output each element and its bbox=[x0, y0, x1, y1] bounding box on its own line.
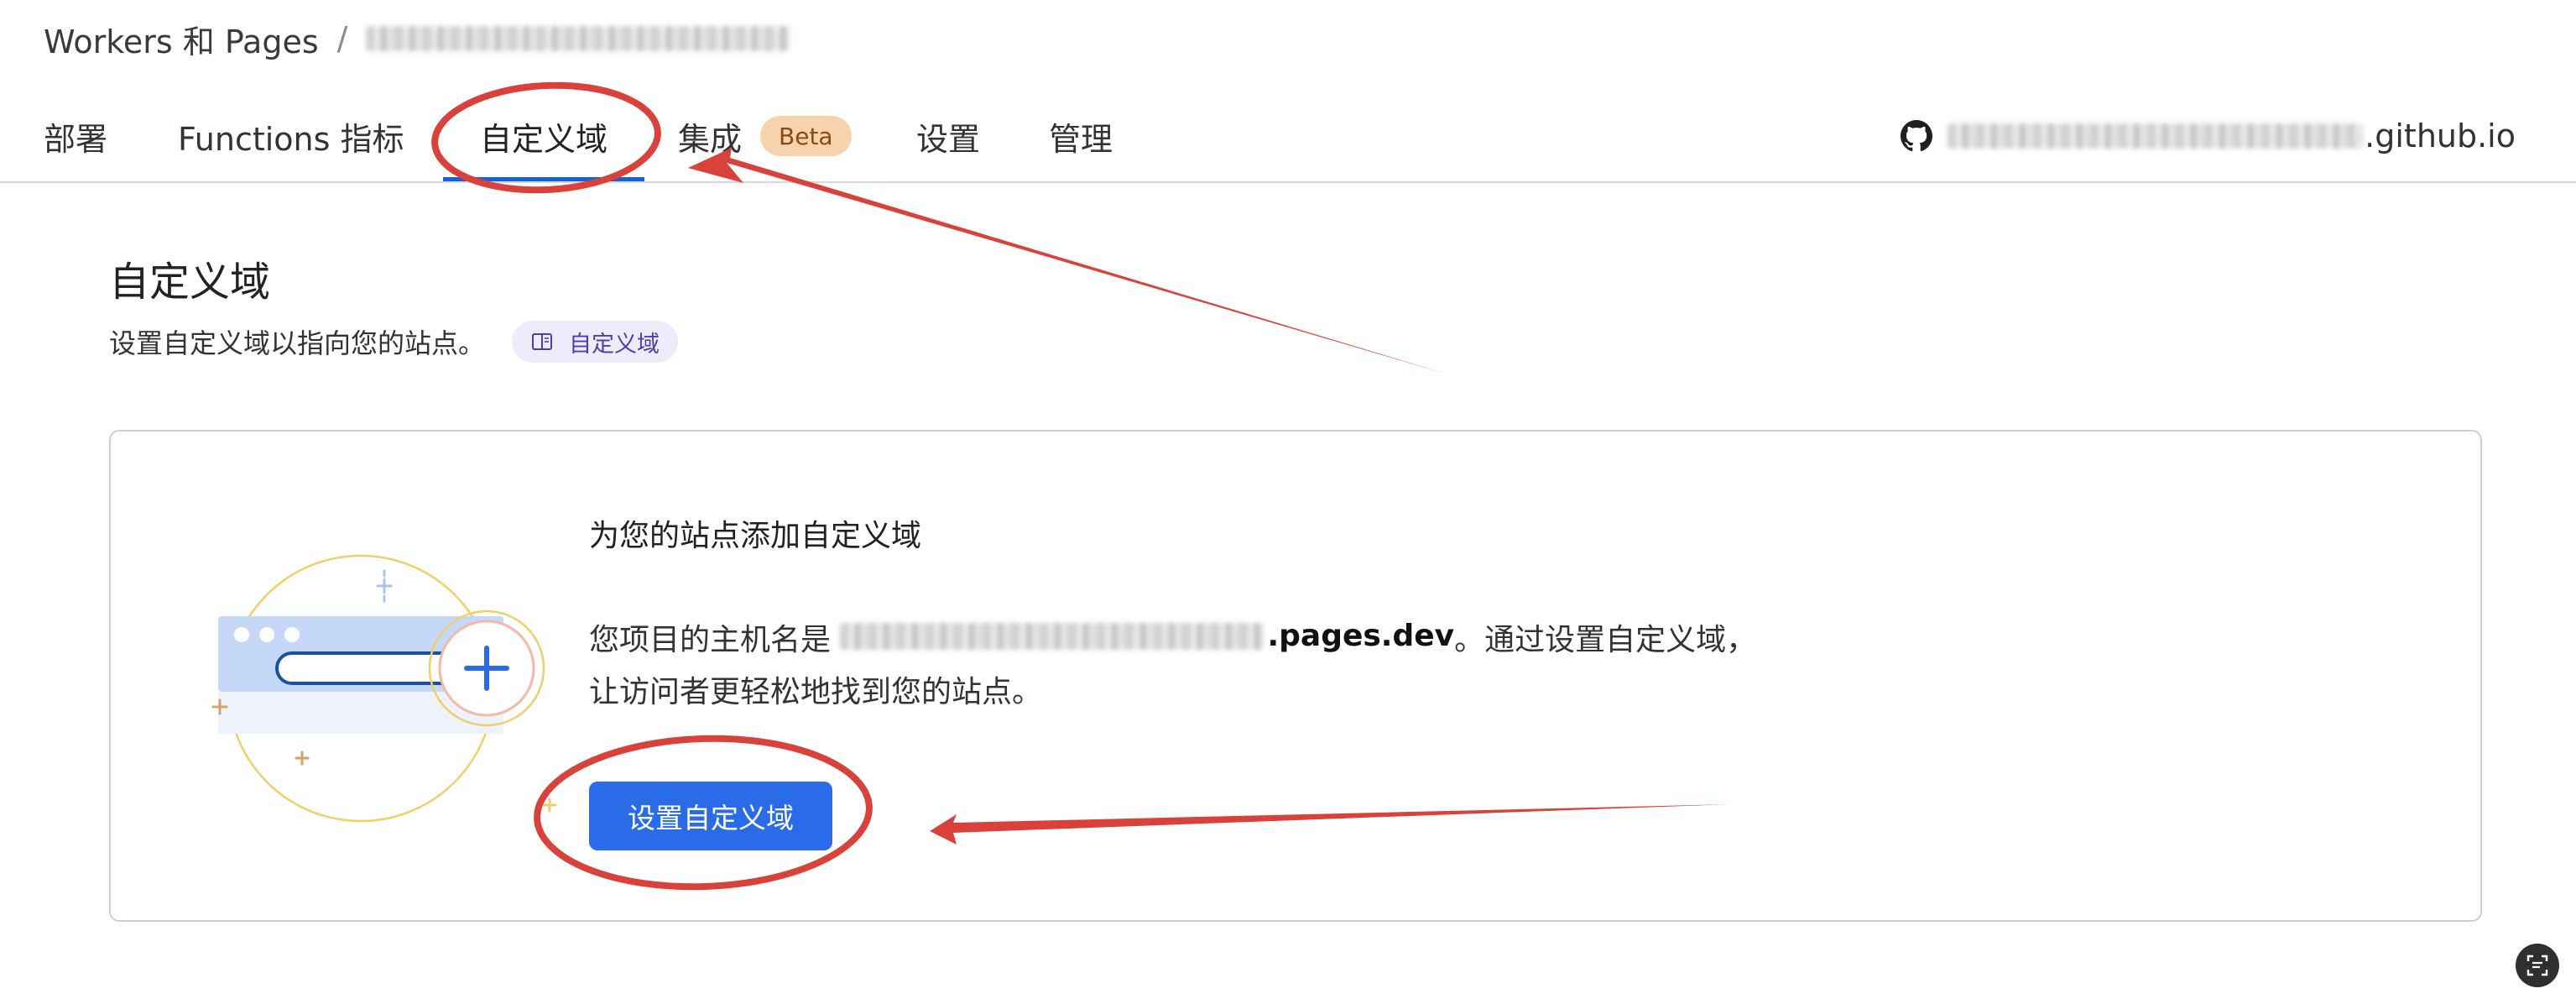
page-title: 自定义域 bbox=[109, 259, 271, 306]
beta-badge: Beta bbox=[760, 116, 852, 156]
github-repo-blurred bbox=[1948, 123, 2364, 149]
setup-custom-domain-button[interactable]: 设置自定义域 bbox=[589, 782, 832, 850]
github-icon bbox=[1901, 120, 1933, 152]
tab-deployments[interactable]: 部署 bbox=[44, 92, 107, 180]
breadcrumb-separator: / bbox=[336, 20, 348, 57]
tab-settings[interactable]: 设置 bbox=[916, 92, 980, 180]
card-heading: 为您的站点添加自定义域 bbox=[589, 519, 922, 553]
docs-link[interactable]: 自定义域 bbox=[512, 321, 679, 363]
tab-manage[interactable]: 管理 bbox=[1049, 92, 1113, 180]
book-icon bbox=[532, 333, 553, 350]
project-hostname: .pages.dev bbox=[840, 610, 1454, 662]
tab-functions-metrics[interactable]: Functions 指标 bbox=[178, 92, 404, 180]
section-description-text: 设置自定义域以指向您的站点。 bbox=[109, 327, 486, 359]
tab-custom-domains[interactable]: 自定义域 bbox=[443, 92, 644, 181]
github-domain-suffix: .github.io bbox=[2365, 118, 2516, 154]
card-description: 您项目的主机名是 .pages.dev 。通过设置自定义域，让访问者更轻松地找到您… bbox=[589, 610, 1781, 719]
tab-integrations[interactable]: 集成 Beta bbox=[678, 92, 852, 180]
domain-illustration bbox=[211, 554, 557, 823]
github-repo-link[interactable]: .github.io bbox=[1901, 92, 2516, 180]
breadcrumb-root[interactable]: Workers 和 Pages bbox=[44, 16, 319, 62]
custom-domain-empty-card: 为您的站点添加自定义域 您项目的主机名是 .pages.dev 。通过设置自定义域… bbox=[109, 430, 2482, 922]
section-description: 设置自定义域以指向您的站点。 自定义域 bbox=[109, 321, 679, 363]
breadcrumb-project-blurred bbox=[366, 26, 790, 51]
breadcrumb: Workers 和 Pages / bbox=[44, 15, 790, 62]
screenshot-tool-button[interactable] bbox=[2516, 944, 2559, 987]
hostname-blurred bbox=[840, 623, 1265, 650]
scan-text-icon bbox=[2526, 955, 2548, 976]
